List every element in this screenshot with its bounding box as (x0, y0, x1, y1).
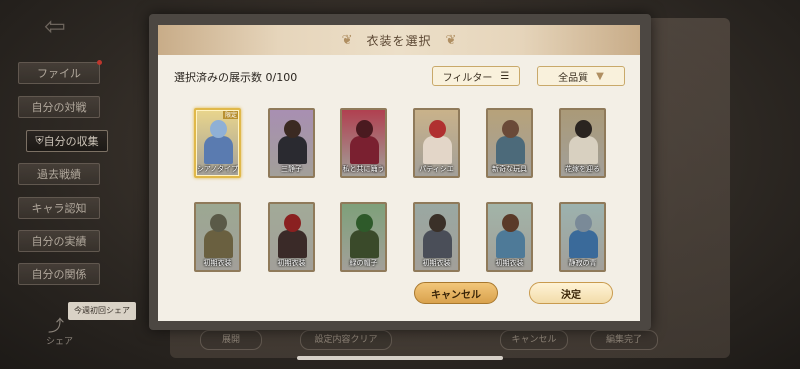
cancel-button[interactable]: キャンセル (414, 282, 498, 304)
sidebar-item[interactable]: 自分の実績 (18, 230, 100, 252)
quality-dropdown[interactable]: 全品質 ▼ (537, 66, 625, 86)
costume-card[interactable]: 私と共に踊う (340, 108, 387, 178)
modal-header: ❦ 衣装を選択 ❦ (158, 25, 640, 55)
costume-card[interactable]: 三静子 (268, 108, 315, 178)
sidebar-item-label: ファイル (37, 67, 81, 80)
costume-name: 花嫁を迎る (565, 165, 600, 173)
costume-name: 緑の帽子 (349, 259, 378, 267)
costume-name: シアノタイプ (196, 165, 239, 173)
quality-label: 全品質 (558, 72, 589, 84)
sidebar-item[interactable]: ⛨ 自分の収集 (26, 130, 108, 152)
limited-badge: 限定 (222, 110, 239, 119)
sidebar-item-label: 自分の関係 (31, 268, 87, 281)
chevron-down-icon: ▼ (596, 70, 604, 82)
home-indicator (297, 356, 503, 360)
sidebar-item-label: 自分の対戦 (31, 101, 87, 114)
share-tooltip: 今週初回シェア (68, 302, 136, 320)
costume-name: 新奇な玩具 (492, 165, 527, 173)
expand-button: 展開 (200, 330, 262, 350)
costume-card[interactable]: 新奇な玩具 (486, 108, 533, 178)
costume-card[interactable]: 初期衣装 (486, 202, 533, 272)
sidebar-item[interactable]: 過去戦績 (18, 163, 100, 185)
shield-icon: ⛨ (35, 134, 44, 147)
leaf-ornament-icon: ❦ (341, 32, 353, 48)
costume-grid: 限定 シアノタイプ 三静子 私と共に踊う パティシエ 新奇な玩具 花嫁を迎る 初期衣装 初期衣装… (194, 108, 624, 274)
costume-card[interactable]: 初期衣装 (268, 202, 315, 272)
modal-title: 衣装を選択 (366, 33, 432, 48)
costume-card[interactable]: 花嫁を迎る (559, 108, 606, 178)
back-arrow-icon[interactable]: ⇦ (44, 12, 74, 42)
sidebar-item[interactable]: ファイル (18, 60, 102, 84)
edit-done-button: 編集完了 (590, 330, 658, 350)
filter-label: フィルター (442, 72, 493, 84)
costume-card[interactable]: 緑の帽子 (340, 202, 387, 272)
share-label[interactable]: シェア (46, 334, 73, 347)
sidebar-item[interactable]: キャラ認知 (18, 197, 100, 219)
sidebar-item-label: 自分の実績 (31, 235, 87, 248)
bg-cancel-button: キャンセル (500, 330, 568, 350)
costume-name: 静寂の青 (568, 259, 597, 267)
sidebar-item-label: 自分の収集 (43, 135, 99, 148)
costume-card[interactable]: 静寂の青 (559, 202, 606, 272)
costume-name: パティシエ (419, 165, 454, 173)
share-icon[interactable]: ⤴ (48, 312, 64, 336)
sidebar-item[interactable]: 自分の対戦 (18, 96, 100, 118)
costume-card[interactable]: 初期衣装 (413, 202, 460, 272)
costume-card[interactable]: 初期衣装 (194, 202, 241, 272)
sidebar-item[interactable]: 自分の関係 (18, 263, 100, 285)
clear-settings-button: 設定内容クリア (300, 330, 392, 350)
confirm-button[interactable]: 決定 (529, 282, 613, 304)
list-icon: ☰ (500, 70, 510, 82)
costume-name: 私と共に踊う (342, 165, 385, 173)
sidebar-item-label: キャラ認知 (31, 202, 87, 215)
costume-name: 初期衣装 (277, 259, 306, 267)
costume-name: 初期衣装 (422, 259, 451, 267)
filter-button[interactable]: フィルター ☰ (432, 66, 520, 86)
sidebar-item-label: 過去戦績 (37, 168, 81, 181)
costume-art (196, 110, 239, 176)
costume-name: 三静子 (281, 165, 302, 173)
costume-select-modal: ❦ 衣装を選択 ❦ 選択済みの展示数 0/100 フィルター ☰ 全品質 ▼ 限… (158, 25, 640, 321)
costume-card[interactable]: 限定シアノタイプ (194, 108, 241, 178)
notification-dot (97, 60, 102, 65)
costume-card[interactable]: パティシエ (413, 108, 460, 178)
selected-count: 選択済みの展示数 0/100 (174, 71, 298, 84)
leaf-ornament-icon: ❦ (445, 32, 457, 48)
costume-name: 初期衣装 (203, 259, 232, 267)
costume-name: 初期衣装 (495, 259, 524, 267)
